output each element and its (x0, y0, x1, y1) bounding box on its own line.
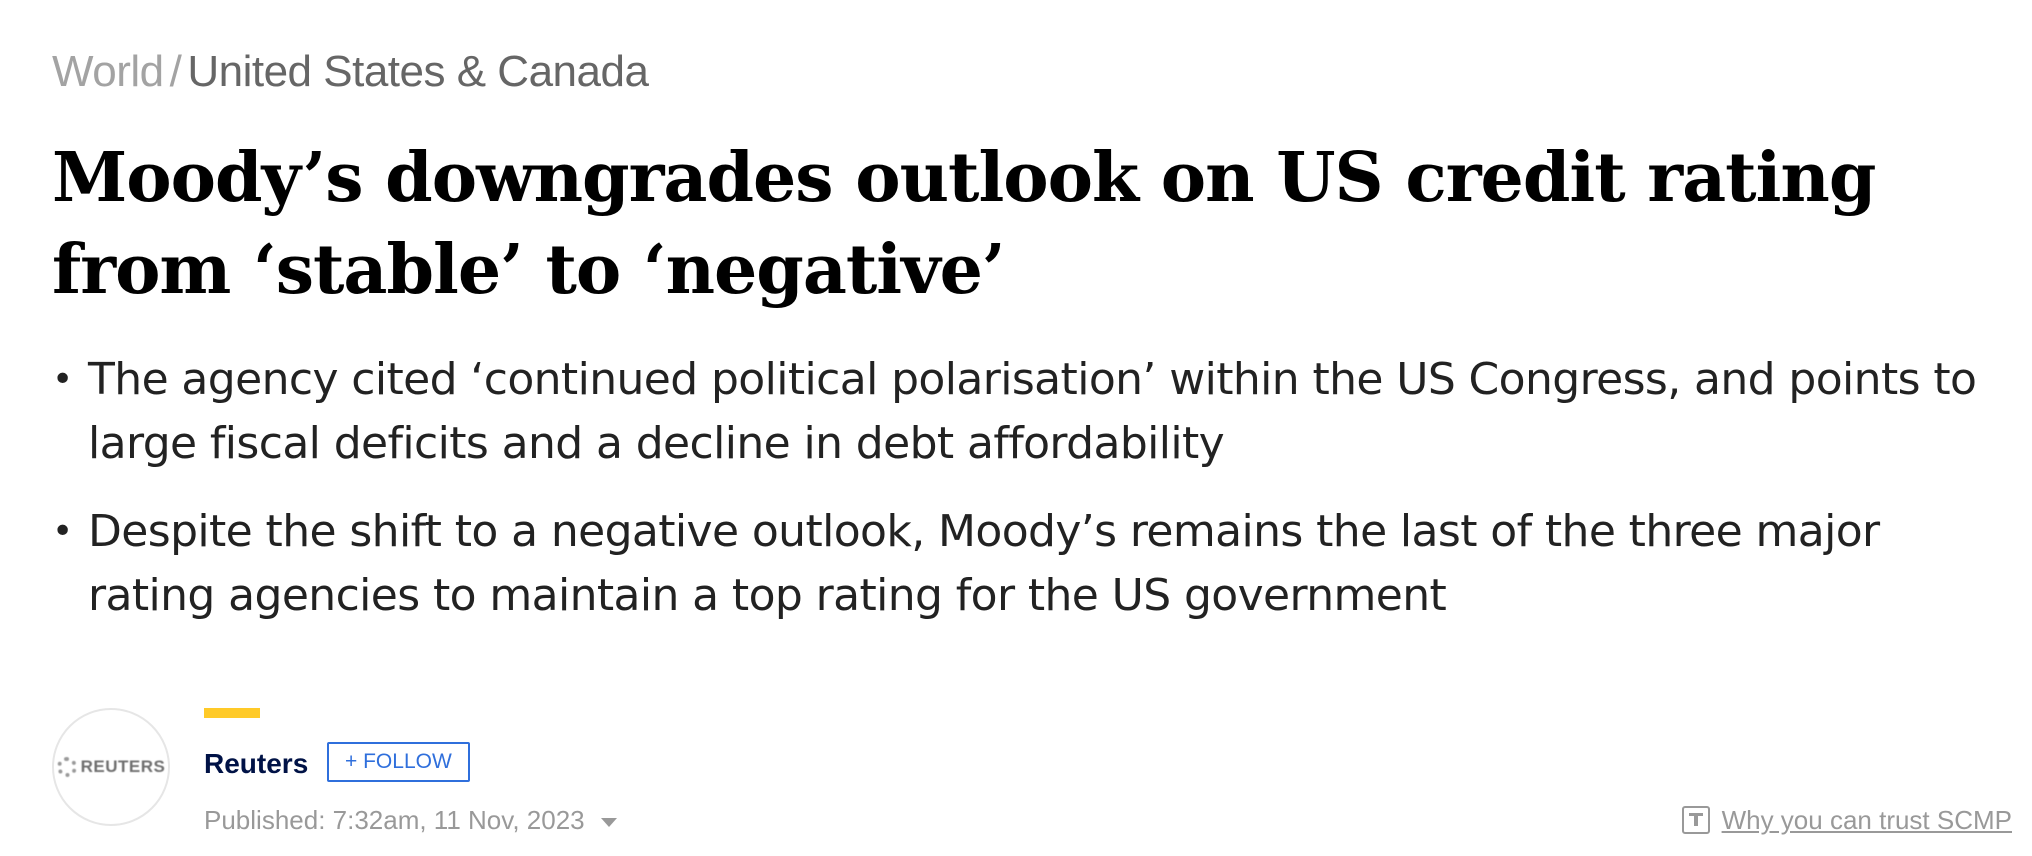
author-avatar[interactable]: REUTERS (52, 708, 170, 826)
summary-item: • Despite the shift to a negative outloo… (52, 500, 2012, 628)
bullet-icon: • (52, 359, 73, 400)
trust-scmp-link[interactable]: Why you can trust SCMP (1722, 802, 2012, 838)
breadcrumb-section-link[interactable]: United States & Canada (187, 47, 649, 96)
reuters-logo: REUTERS (56, 757, 166, 777)
bullet-icon: • (52, 511, 73, 552)
author-name[interactable]: Reuters (204, 744, 308, 784)
published-date[interactable]: Published: 7:32am, 11 Nov, 2023 (204, 802, 617, 838)
summary-item: • The agency cited ‘continued political … (52, 348, 2012, 476)
reuters-logo-text: REUTERS (80, 757, 166, 776)
article-headline: Moody’s downgrades outlook on US credit … (52, 138, 1876, 310)
follow-button[interactable]: + FOLLOW (327, 742, 470, 782)
author-accent-bar (204, 708, 260, 718)
article-summary: • The agency cited ‘continued political … (52, 348, 2012, 652)
breadcrumb-world-link[interactable]: World (52, 47, 164, 96)
trust-t-icon (1681, 806, 1710, 834)
summary-item-text: Despite the shift to a negative outlook,… (88, 506, 1880, 621)
chevron-down-icon[interactable] (600, 817, 617, 827)
article-header: World / United States & Canada Moody’s dow… (52, 0, 2012, 856)
reuters-logo-icon (56, 757, 77, 777)
breadcrumb: World / United States & Canada (52, 44, 649, 100)
byline: REUTERS Reuters + FOLLOW Published: 7:32… (52, 706, 2012, 846)
published-date-text: Published: 7:32am, 11 Nov, 2023 (204, 805, 585, 835)
summary-item-text: The agency cited ‘continued political po… (88, 354, 1977, 469)
breadcrumb-separator: / (169, 47, 182, 96)
trust-scmp[interactable]: Why you can trust SCMP (1681, 802, 2012, 838)
